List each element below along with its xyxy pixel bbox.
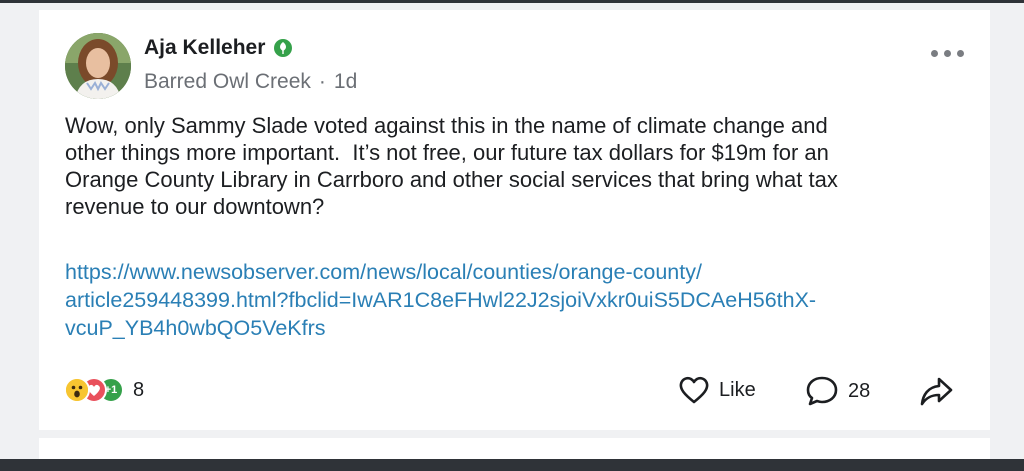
link-line: article259448399.html?fbclid=IwAR1C8eFHw… [65,288,817,312]
heart-outline-icon [679,376,709,404]
link-line: https://www.newsobserver.com/news/local/… [65,260,702,284]
bottom-bar [0,459,1024,471]
more-dot [957,50,964,57]
reaction-count: 8 [133,378,145,401]
comment-button[interactable]: 28 [805,375,870,407]
author-avatar[interactable] [65,33,131,99]
share-arrow-icon [920,377,953,406]
wow-reaction-icon [64,377,90,403]
share-button[interactable] [918,375,954,407]
post-body: Wow, only Sammy Slade voted against this… [65,113,838,219]
avatar-image [65,33,131,99]
like-button[interactable]: Like [678,375,756,405]
neighborhood-name[interactable]: Barred Owl Creek [144,70,311,94]
verified-leaf-icon [274,39,293,57]
meta-separator: · [318,70,326,93]
more-options-icon[interactable] [931,50,964,57]
link-line: vcuP_YB4h0wbQO5VeKfrs [65,316,326,340]
next-post-card [39,438,990,459]
like-label: Like [719,378,756,401]
author-row: Aja Kelleher [144,36,293,60]
reactions-summary[interactable]: +1 8 [64,377,144,403]
author-name[interactable]: Aja Kelleher [144,36,265,60]
comment-bubble-icon [806,376,838,406]
post-meta: Barred Owl Creek · 1d [144,70,357,94]
article-link[interactable]: https://www.newsobserver.com/news/local/… [65,258,970,342]
more-dot [931,50,938,57]
more-dot [944,50,951,57]
top-bar [0,0,1024,3]
comment-count: 28 [848,379,871,402]
post-timestamp: 1d [333,70,358,93]
